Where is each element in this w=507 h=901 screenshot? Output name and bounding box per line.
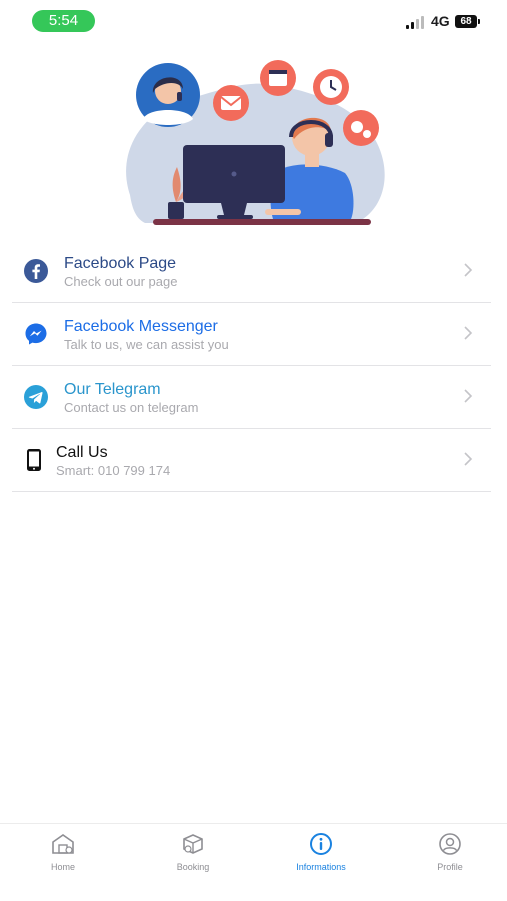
tab-home[interactable]: Home [0, 824, 126, 901]
facebook-messenger-row[interactable]: Facebook Messenger Talk to us, we can as… [12, 303, 491, 366]
signal-icon [406, 15, 426, 29]
network-label: 4G [431, 13, 450, 29]
facebook-icon [24, 259, 48, 283]
chevron-right-icon [464, 389, 473, 403]
facebook-page-title: Facebook Page [64, 255, 177, 272]
tab-booking[interactable]: Booking [130, 824, 256, 901]
chevron-right-icon [464, 452, 473, 466]
facebook-messenger-title: Facebook Messenger [64, 318, 218, 335]
tab-profile[interactable]: Profile [387, 824, 507, 901]
facebook-page-subtitle: Check out our page [64, 274, 178, 289]
chevron-right-icon [464, 326, 473, 340]
telegram-icon [24, 385, 48, 409]
battery-icon: 68 [455, 15, 480, 28]
box-icon [183, 834, 203, 854]
tab-bar: Home Booking Informations Profile [0, 823, 507, 901]
facebook-messenger-subtitle: Talk to us, we can assist you [64, 337, 229, 352]
status-bar: 5:54 4G 68 [0, 0, 507, 44]
telegram-title: Our Telegram [64, 381, 161, 398]
battery-level: 68 [460, 16, 472, 27]
call-us-title: Call Us [56, 444, 108, 461]
facebook-page-row[interactable]: Facebook Page Check out our page [12, 240, 491, 303]
tab-booking-label: Booking [176, 862, 210, 872]
messenger-icon [25, 323, 47, 345]
tab-informations[interactable]: Informations [258, 824, 384, 901]
tab-informations-label: Informations [296, 862, 346, 872]
call-us-subtitle: Smart: 010 799 174 [56, 463, 171, 478]
home-icon [52, 834, 74, 854]
telegram-row[interactable]: Our Telegram Contact us on telegram [12, 366, 491, 429]
chevron-right-icon [464, 263, 473, 277]
status-time: 5:54 [32, 10, 95, 32]
info-icon [310, 833, 332, 855]
profile-icon [439, 833, 461, 855]
tab-profile-label: Profile [437, 862, 463, 872]
contact-list: Facebook Page Check out our page Faceboo… [12, 240, 491, 492]
support-illustration [115, 55, 395, 230]
call-us-row[interactable]: Call Us Smart: 010 799 174 [12, 429, 491, 492]
tab-home-label: Home [50, 862, 75, 872]
phone-icon [27, 449, 41, 471]
telegram-subtitle: Contact us on telegram [64, 400, 199, 415]
